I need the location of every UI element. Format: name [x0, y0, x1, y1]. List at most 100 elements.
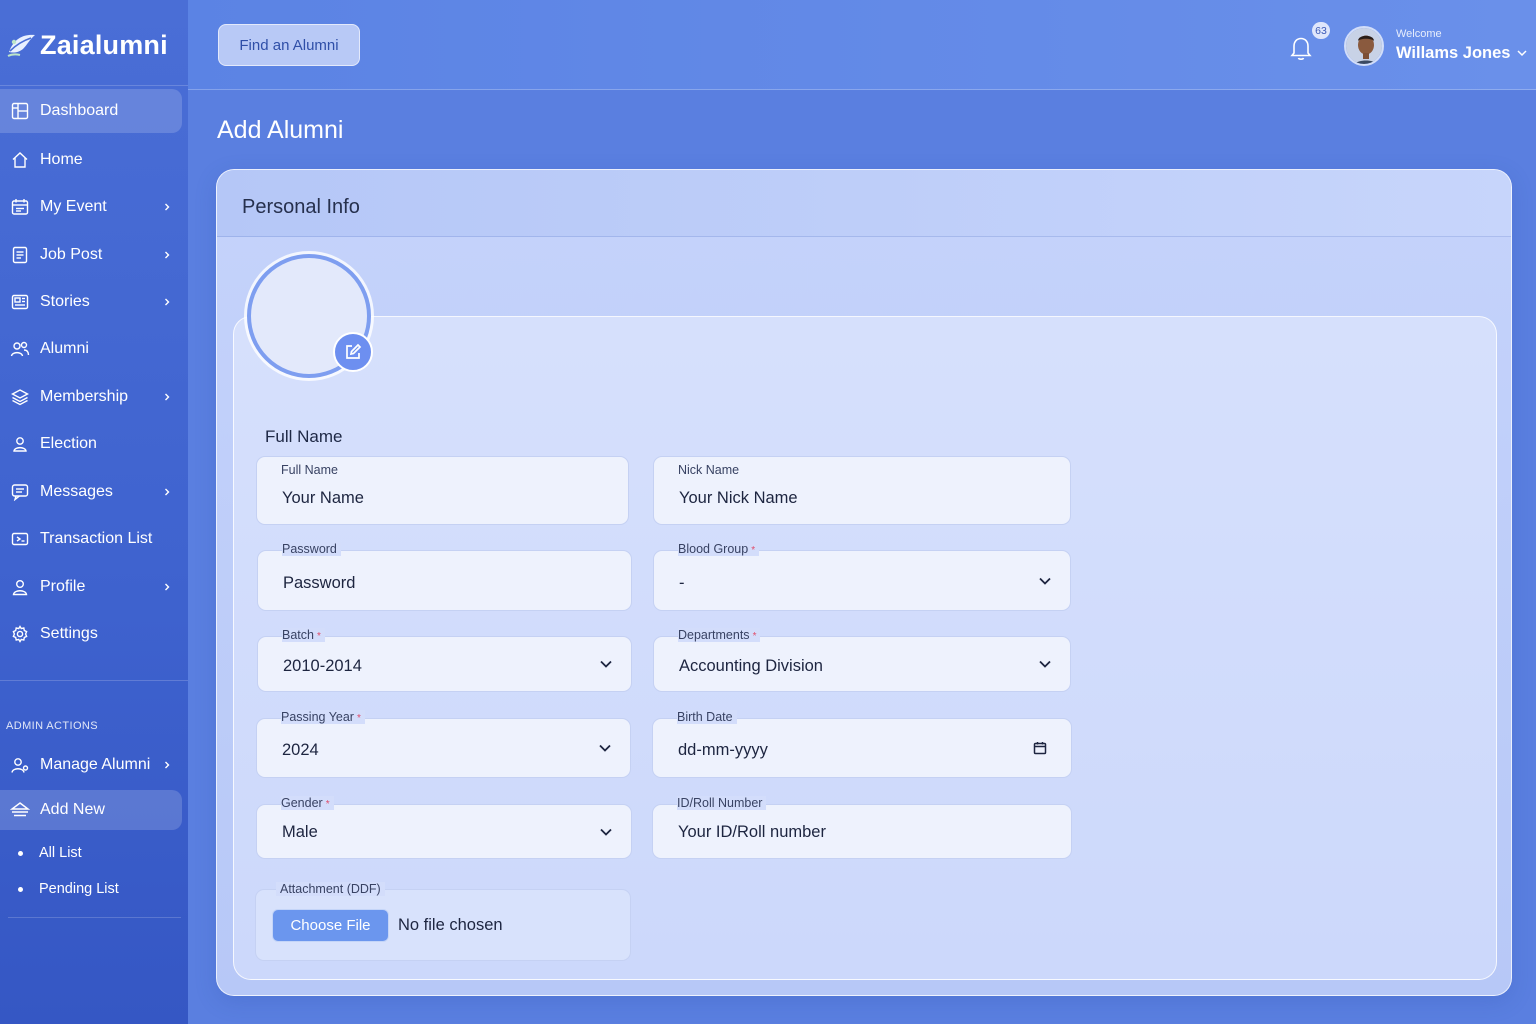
sidebar-item-messages[interactable]: Messages — [0, 470, 182, 514]
edit-photo-button[interactable] — [333, 332, 373, 372]
card-header: Personal Info — [217, 170, 1511, 237]
sidebar-item-label: Manage Alumni — [40, 756, 151, 773]
sidebar-subitem-label: Pending List — [39, 881, 119, 897]
nick-name-label: Nick Name — [678, 463, 740, 477]
nick-name-field[interactable]: Nick Name Your Nick Name — [653, 456, 1071, 525]
ballot-icon — [10, 434, 30, 454]
attachment-field: Attachment (DDF) Choose File No file cho… — [255, 882, 631, 961]
personal-info-card: Personal Info Full Name Full Name Your N… — [216, 169, 1512, 996]
birth-date-placeholder: dd-mm-yyyy — [678, 741, 768, 759]
sidebar-item-label: Job Post — [40, 246, 103, 263]
sidebar-subitem-label: All List — [39, 845, 82, 861]
full-name-field[interactable]: Full Name Your Name — [256, 456, 629, 525]
passing-year-select[interactable]: Passing Year * 2024 — [256, 710, 631, 778]
chevron-right-icon — [165, 203, 170, 211]
calendar-icon — [10, 197, 30, 217]
departments-label: Departments * — [678, 628, 761, 642]
sidebar-item-my-event[interactable]: My Event — [0, 185, 182, 229]
chevron-right-icon — [165, 488, 170, 496]
gear-icon — [10, 624, 30, 644]
birth-date-field[interactable]: Birth Date dd-mm-yyyy — [652, 710, 1072, 778]
sidebar-item-profile[interactable]: Profile — [0, 565, 182, 609]
sidebar-item-label: Election — [40, 435, 97, 452]
choose-file-button[interactable]: Choose File — [272, 909, 389, 942]
sidebar-item-alumni[interactable]: Alumni — [0, 327, 182, 371]
gender-label: Gender * — [281, 796, 334, 810]
page-title: Add Alumni — [217, 116, 344, 144]
sidebar: Zaialumni Dashboard Home My Event Job Po… — [0, 0, 188, 1024]
sidebar-item-settings[interactable]: Settings — [0, 612, 182, 656]
sidebar-subitem-all-list[interactable]: All List — [18, 845, 82, 861]
sidebar-item-label: Add New — [40, 801, 105, 818]
bullet-icon — [18, 886, 23, 892]
bullet-icon — [18, 850, 23, 856]
calendar-icon[interactable] — [1033, 741, 1047, 755]
sidebar-item-dashboard[interactable]: Dashboard — [0, 89, 182, 133]
password-placeholder: Password — [283, 574, 356, 592]
sidebar-item-label: Profile — [40, 578, 86, 595]
find-alumni-button[interactable]: Find an Alumni — [218, 24, 360, 66]
home-icon — [10, 150, 30, 170]
users-icon — [10, 339, 30, 359]
required-marker: * — [356, 713, 361, 724]
batch-label: Batch * — [282, 628, 325, 642]
divider — [0, 680, 188, 681]
document-icon — [10, 245, 30, 265]
topbar: Find an Alumni 63 Welcome Willams Jones — [188, 0, 1536, 90]
sidebar-item-add-new[interactable]: Add New — [0, 790, 182, 830]
manage-users-icon — [10, 755, 30, 775]
blood-group-label: Blood Group * — [678, 542, 760, 556]
birth-date-label: Birth Date — [677, 710, 737, 724]
chevron-down-icon — [599, 744, 611, 752]
sidebar-item-label: Messages — [40, 483, 113, 500]
sidebar-item-label: My Event — [40, 198, 107, 215]
sidebar-item-label: Stories — [40, 293, 90, 310]
sidebar-item-label: Alumni — [40, 340, 89, 357]
roll-number-field[interactable]: ID/Roll Number Your ID/Roll number — [652, 796, 1072, 859]
sidebar-subitem-pending-list[interactable]: Pending List — [18, 881, 119, 897]
batch-value: 2010-2014 — [283, 657, 362, 675]
sidebar-item-stories[interactable]: Stories — [0, 280, 182, 324]
passing-year-label-text: Passing Year — [281, 710, 354, 724]
sidebar-item-membership[interactable]: Membership — [0, 375, 182, 419]
chevron-right-icon — [165, 583, 170, 591]
chevron-right-icon — [165, 251, 170, 259]
user-icon — [10, 577, 30, 597]
required-marker: * — [751, 545, 756, 556]
batch-label-text: Batch — [282, 628, 314, 642]
departments-select[interactable]: Departments * Accounting Division — [653, 628, 1071, 692]
passing-year-label: Passing Year * — [281, 710, 365, 724]
card-title: Personal Info — [242, 196, 360, 218]
sidebar-item-manage-alumni[interactable]: Manage Alumni — [0, 743, 182, 787]
password-label: Password — [282, 542, 341, 556]
departments-value: Accounting Division — [679, 657, 823, 675]
password-field[interactable]: Password Password — [257, 542, 632, 611]
brand-logo[interactable]: Zaialumni — [6, 28, 168, 62]
chevron-right-icon — [165, 393, 170, 401]
required-marker: * — [325, 799, 330, 810]
sidebar-item-job-post[interactable]: Job Post — [0, 233, 182, 277]
batch-select[interactable]: Batch * 2010-2014 — [257, 628, 632, 692]
sidebar-item-election[interactable]: Election — [0, 422, 182, 466]
departments-label-text: Departments — [678, 628, 750, 642]
avatar[interactable] — [1344, 26, 1384, 66]
gender-select[interactable]: Gender * Male — [256, 796, 632, 859]
bell-icon[interactable] — [1288, 34, 1314, 62]
chevron-down-icon[interactable] — [1516, 47, 1528, 59]
sidebar-item-label: Dashboard — [40, 102, 119, 119]
required-marker: * — [752, 631, 757, 642]
chevron-down-icon — [1039, 660, 1051, 668]
user-name[interactable]: Willams Jones — [1396, 44, 1510, 63]
chevron-right-icon — [165, 298, 170, 306]
sidebar-item-home[interactable]: Home — [0, 138, 182, 182]
gender-value: Male — [282, 823, 318, 841]
required-marker: * — [316, 631, 321, 642]
divider — [0, 85, 188, 86]
chevron-down-icon — [1039, 577, 1051, 585]
sidebar-item-label: Settings — [40, 625, 98, 642]
notification-badge: 63 — [1312, 22, 1330, 39]
layers-icon — [10, 387, 30, 407]
blood-group-value: - — [679, 574, 685, 592]
blood-group-select[interactable]: Blood Group * - — [653, 542, 1071, 611]
sidebar-item-transaction-list[interactable]: Transaction List — [0, 517, 182, 561]
